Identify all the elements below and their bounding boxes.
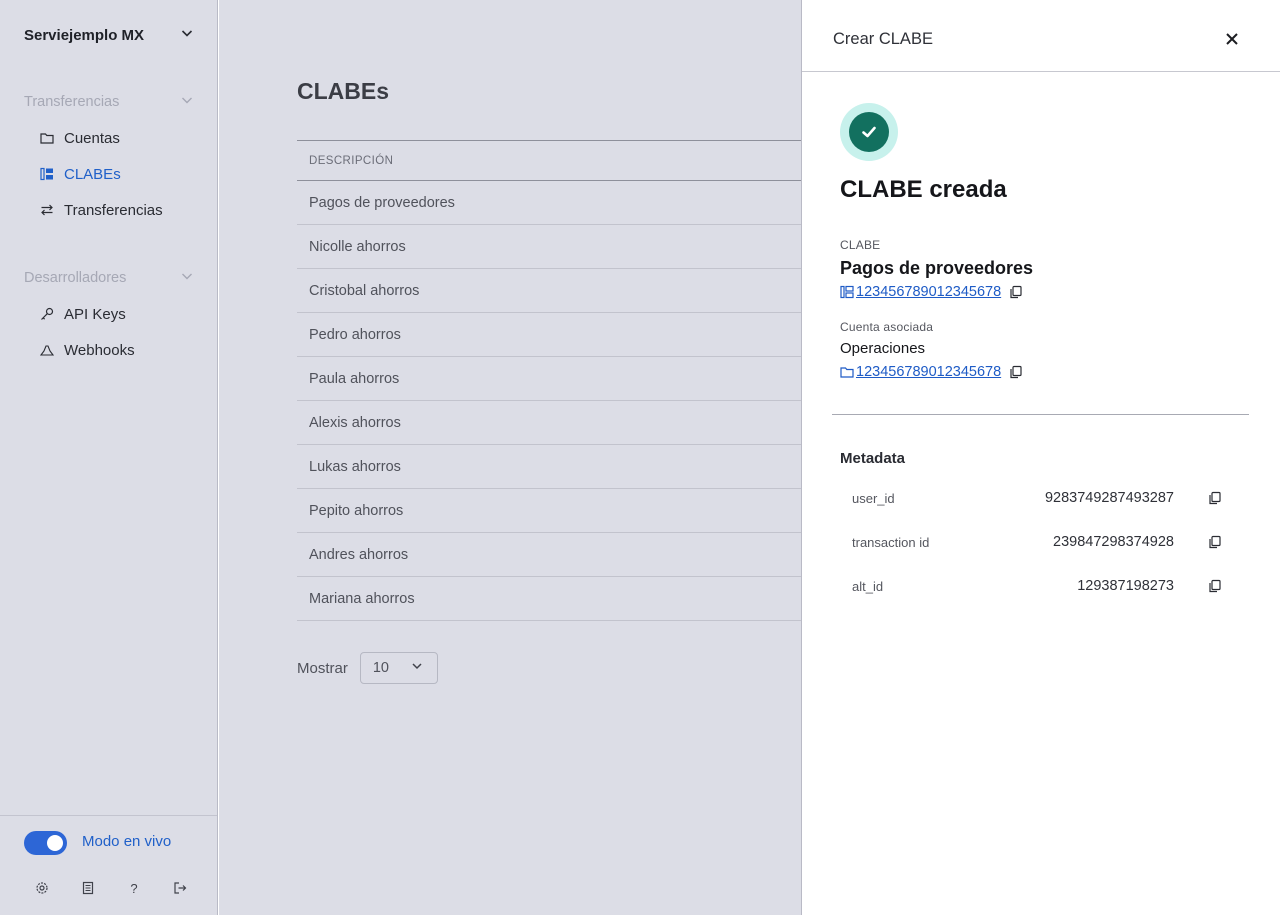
page-title: CLABEs — [297, 78, 390, 104]
account-name: Operaciones — [840, 340, 926, 357]
clabe-number: 123456789012345678 — [856, 284, 1002, 300]
section-title: Desarrolladores — [24, 270, 127, 286]
chevron-down-icon — [180, 269, 194, 287]
drawer-header: Crear CLABE — [802, 0, 1280, 72]
table-row[interactable]: Andres ahorros — [297, 533, 801, 577]
check-icon — [849, 112, 889, 152]
sidebar-item-label: Cuentas — [64, 129, 120, 147]
page-size-value: 10 — [372, 660, 389, 676]
metadata-row: alt_id 129387198273 — [852, 576, 1222, 596]
table-row[interactable]: Paula ahorros — [297, 357, 801, 401]
copy-icon[interactable] — [1009, 285, 1023, 299]
chevron-down-icon — [180, 26, 194, 44]
sidebar-item-api-keys[interactable]: API Keys — [40, 303, 126, 325]
section-desarrolladores[interactable]: Desarrolladores — [24, 268, 194, 288]
clabe-label: CLABE — [840, 238, 881, 252]
close-icon[interactable] — [1224, 31, 1240, 47]
account-number-row: 123456789012345678 — [840, 364, 1023, 380]
webhook-icon — [40, 343, 54, 357]
success-icon — [840, 103, 898, 161]
metadata-value: 129387198273 — [1077, 578, 1174, 594]
metadata-value: 239847298374928 — [1053, 534, 1174, 550]
table-row[interactable]: Lukas ahorros — [297, 445, 801, 489]
metadata-row: transaction id 239847298374928 — [852, 532, 1222, 552]
folder-icon — [840, 367, 854, 378]
column-header-descripcion[interactable]: DESCRIPCIÓN — [297, 141, 801, 181]
chevron-down-icon — [411, 660, 423, 676]
clabe-number-row: 123456789012345678 — [840, 284, 1023, 300]
toggle-knob — [47, 835, 63, 851]
org-switcher[interactable]: Serviejemplo MX — [24, 24, 194, 46]
clabes-table: DESCRIPCIÓN Pagos de proveedores Nicolle… — [297, 140, 801, 621]
pagination: Mostrar 10 — [297, 652, 438, 684]
table-row[interactable]: Mariana ahorros — [297, 577, 801, 621]
clabe-name: Pagos de proveedores — [840, 258, 1034, 278]
clabe-icon — [40, 167, 54, 181]
help-icon[interactable]: ? — [126, 880, 142, 896]
sidebar-divider — [0, 815, 217, 816]
copy-icon[interactable] — [1208, 491, 1222, 505]
section-transferencias[interactable]: Transferencias — [24, 92, 194, 112]
copy-icon[interactable] — [1208, 579, 1222, 593]
metadata-row: user_id 9283749287493287 — [852, 488, 1222, 508]
table-row[interactable]: Pagos de proveedores — [297, 181, 801, 225]
logout-icon[interactable] — [172, 880, 188, 896]
create-clabe-drawer: Crear CLABE CLABE creada CLABE Pagos de … — [801, 0, 1280, 915]
document-icon[interactable] — [80, 880, 96, 896]
table-row[interactable]: Pepito ahorros — [297, 489, 801, 533]
sidebar-item-label: Webhooks — [64, 341, 135, 359]
sidebar: Serviejemplo MX Transferencias Cuentas C… — [0, 0, 218, 915]
table-row[interactable]: Nicolle ahorros — [297, 225, 801, 269]
live-mode-toggle[interactable] — [24, 831, 67, 855]
sidebar-item-cuentas[interactable]: Cuentas — [40, 127, 120, 149]
metadata-value: 9283749287493287 — [1044, 490, 1174, 506]
sidebar-item-label: API Keys — [64, 305, 126, 323]
main-content: CLABEs DESCRIPCIÓN Pagos de proveedores … — [219, 0, 801, 915]
table-row[interactable]: Cristobal ahorros — [297, 269, 801, 313]
live-mode-label: Modo en vivo — [82, 833, 172, 850]
sidebar-item-webhooks[interactable]: Webhooks — [40, 339, 135, 361]
copy-icon[interactable] — [1009, 365, 1023, 379]
sidebar-item-label: Transferencias — [64, 201, 163, 219]
metadata-key: user_id — [852, 490, 895, 506]
section-title: Transferencias — [24, 94, 120, 110]
page-size-select[interactable]: 10 — [359, 652, 438, 684]
metadata-title: Metadata — [840, 450, 906, 467]
table-row[interactable]: Pedro ahorros — [297, 313, 801, 357]
sidebar-item-transferencias[interactable]: Transferencias — [40, 199, 163, 221]
sidebar-footer: ? — [34, 880, 188, 896]
metadata-key: alt_id — [852, 578, 884, 594]
clabe-icon — [840, 285, 854, 299]
account-label: Cuenta asociada — [840, 320, 934, 334]
account-number-link[interactable]: 123456789012345678 — [840, 364, 1001, 380]
chevron-down-icon — [180, 93, 194, 111]
account-number: 123456789012345678 — [856, 364, 1002, 380]
copy-icon[interactable] — [1208, 535, 1222, 549]
sidebar-item-clabes[interactable]: CLABEs — [40, 163, 121, 185]
sidebar-item-label: CLABEs — [64, 165, 121, 183]
key-icon — [40, 307, 54, 321]
org-name: Serviejemplo MX — [24, 26, 145, 44]
table-row[interactable]: Alexis ahorros — [297, 401, 801, 445]
page-size-label: Mostrar — [297, 659, 348, 677]
drawer-title: Crear CLABE — [833, 30, 933, 48]
gear-icon[interactable] — [34, 880, 50, 896]
success-title: CLABE creada — [840, 176, 1007, 203]
metadata-key: transaction id — [852, 534, 930, 550]
clabe-number-link[interactable]: 123456789012345678 — [840, 284, 1001, 300]
transfer-icon — [40, 203, 54, 217]
drawer-divider — [832, 414, 1249, 415]
folder-icon — [40, 131, 54, 145]
